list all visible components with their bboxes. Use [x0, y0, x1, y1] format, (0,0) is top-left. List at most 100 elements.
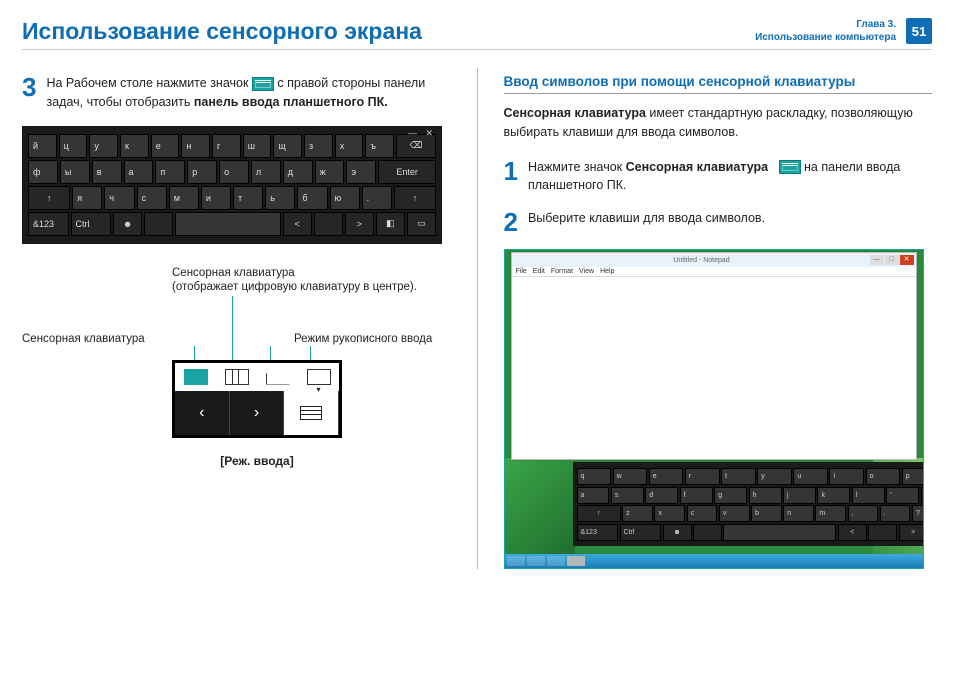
- key[interactable]: m: [815, 505, 846, 522]
- key[interactable]: ч: [104, 186, 134, 210]
- key[interactable]: r: [685, 468, 720, 485]
- key[interactable]: а: [124, 160, 154, 184]
- mode-split-keyboard-icon[interactable]: [225, 369, 249, 385]
- key[interactable]: Enter: [921, 487, 924, 504]
- key[interactable]: з: [304, 134, 333, 158]
- taskbar-item[interactable]: [547, 556, 565, 566]
- menu-item[interactable]: View: [579, 268, 594, 275]
- key[interactable]: к: [120, 134, 149, 158]
- key[interactable]: б: [297, 186, 327, 210]
- key[interactable]: х: [335, 134, 364, 158]
- nav-prev-button[interactable]: ‹: [175, 391, 230, 435]
- key[interactable]: i: [829, 468, 864, 485]
- key[interactable]: k: [817, 487, 850, 504]
- key[interactable]: щ: [273, 134, 302, 158]
- key[interactable]: &123: [577, 524, 619, 541]
- key[interactable]: ю: [330, 186, 360, 210]
- key[interactable]: q: [577, 468, 612, 485]
- taskbar-item[interactable]: [567, 556, 585, 566]
- menu-item[interactable]: Format: [551, 268, 573, 275]
- key[interactable]: э: [346, 160, 376, 184]
- key[interactable]: u: [793, 468, 828, 485]
- key[interactable]: н: [181, 134, 210, 158]
- key[interactable]: [175, 212, 280, 236]
- key[interactable]: Ctrl: [620, 524, 662, 541]
- key[interactable]: [693, 524, 722, 541]
- key[interactable]: г: [212, 134, 241, 158]
- mode-dock-icon[interactable]: [307, 369, 331, 385]
- key[interactable]: ↑: [577, 505, 621, 522]
- key[interactable]: f: [680, 487, 713, 504]
- key[interactable]: й: [28, 134, 57, 158]
- key[interactable]: y: [757, 468, 792, 485]
- key[interactable]: и: [201, 186, 231, 210]
- key[interactable]: т: [233, 186, 263, 210]
- key[interactable]: л: [251, 160, 281, 184]
- key[interactable]: a: [577, 487, 610, 504]
- key[interactable]: t: [721, 468, 756, 485]
- key[interactable]: р: [187, 160, 217, 184]
- key[interactable]: Ctrl: [71, 212, 112, 236]
- key[interactable]: n: [783, 505, 814, 522]
- key[interactable]: в: [92, 160, 122, 184]
- key[interactable]: ж: [315, 160, 345, 184]
- key[interactable]: ↑: [28, 186, 70, 210]
- key[interactable]: Enter: [378, 160, 436, 184]
- key[interactable]: ↑: [394, 186, 436, 210]
- key[interactable]: с: [137, 186, 167, 210]
- key[interactable]: j: [783, 487, 816, 504]
- key[interactable]: ш: [243, 134, 272, 158]
- menu-item[interactable]: Help: [600, 268, 614, 275]
- nav-next-button[interactable]: ›: [230, 391, 285, 435]
- key[interactable]: <: [838, 524, 867, 541]
- key[interactable]: v: [719, 505, 750, 522]
- key[interactable]: о: [219, 160, 249, 184]
- key[interactable]: у: [89, 134, 118, 158]
- key[interactable]: .: [880, 505, 911, 522]
- key[interactable]: o: [866, 468, 901, 485]
- key[interactable]: ?: [912, 505, 924, 522]
- window-maximize-button[interactable]: □: [885, 255, 899, 265]
- key[interactable]: ъ: [365, 134, 394, 158]
- key[interactable]: >: [899, 524, 924, 541]
- key[interactable]: s: [611, 487, 644, 504]
- key[interactable]: м: [169, 186, 199, 210]
- key[interactable]: e: [649, 468, 684, 485]
- key[interactable]: ы: [60, 160, 90, 184]
- key[interactable]: &123: [28, 212, 69, 236]
- key[interactable]: ▭: [407, 212, 436, 236]
- key[interactable]: ☻: [663, 524, 692, 541]
- mode-touch-keyboard-icon[interactable]: [184, 369, 208, 385]
- key[interactable]: [723, 524, 836, 541]
- key[interactable]: b: [751, 505, 782, 522]
- key[interactable]: ц: [59, 134, 88, 158]
- key[interactable]: ,: [848, 505, 879, 522]
- key[interactable]: >: [345, 212, 374, 236]
- key[interactable]: д: [283, 160, 313, 184]
- key[interactable]: ◧: [376, 212, 405, 236]
- key[interactable]: [868, 524, 897, 541]
- key[interactable]: l: [852, 487, 885, 504]
- taskbar-item[interactable]: [527, 556, 545, 566]
- key[interactable]: ф: [28, 160, 58, 184]
- window-close-button[interactable]: ✕: [900, 255, 914, 265]
- key[interactable]: [314, 212, 343, 236]
- menu-item[interactable]: File: [516, 268, 527, 275]
- window-minimize-button[interactable]: —: [870, 255, 884, 265]
- key[interactable]: е: [151, 134, 180, 158]
- key[interactable]: d: [645, 487, 678, 504]
- notepad-menu[interactable]: File Edit Format View Help: [512, 267, 916, 277]
- key[interactable]: ': [886, 487, 919, 504]
- menu-item[interactable]: Edit: [533, 268, 545, 275]
- key[interactable]: h: [749, 487, 782, 504]
- key[interactable]: p: [902, 468, 924, 485]
- key[interactable]: п: [155, 160, 185, 184]
- key[interactable]: [144, 212, 173, 236]
- key[interactable]: я: [72, 186, 102, 210]
- nav-keyboard-button[interactable]: [284, 391, 339, 435]
- key[interactable]: c: [687, 505, 718, 522]
- key[interactable]: z: [622, 505, 653, 522]
- taskbar-item[interactable]: [507, 556, 525, 566]
- key[interactable]: <: [283, 212, 312, 236]
- mode-handwriting-icon[interactable]: [266, 369, 290, 385]
